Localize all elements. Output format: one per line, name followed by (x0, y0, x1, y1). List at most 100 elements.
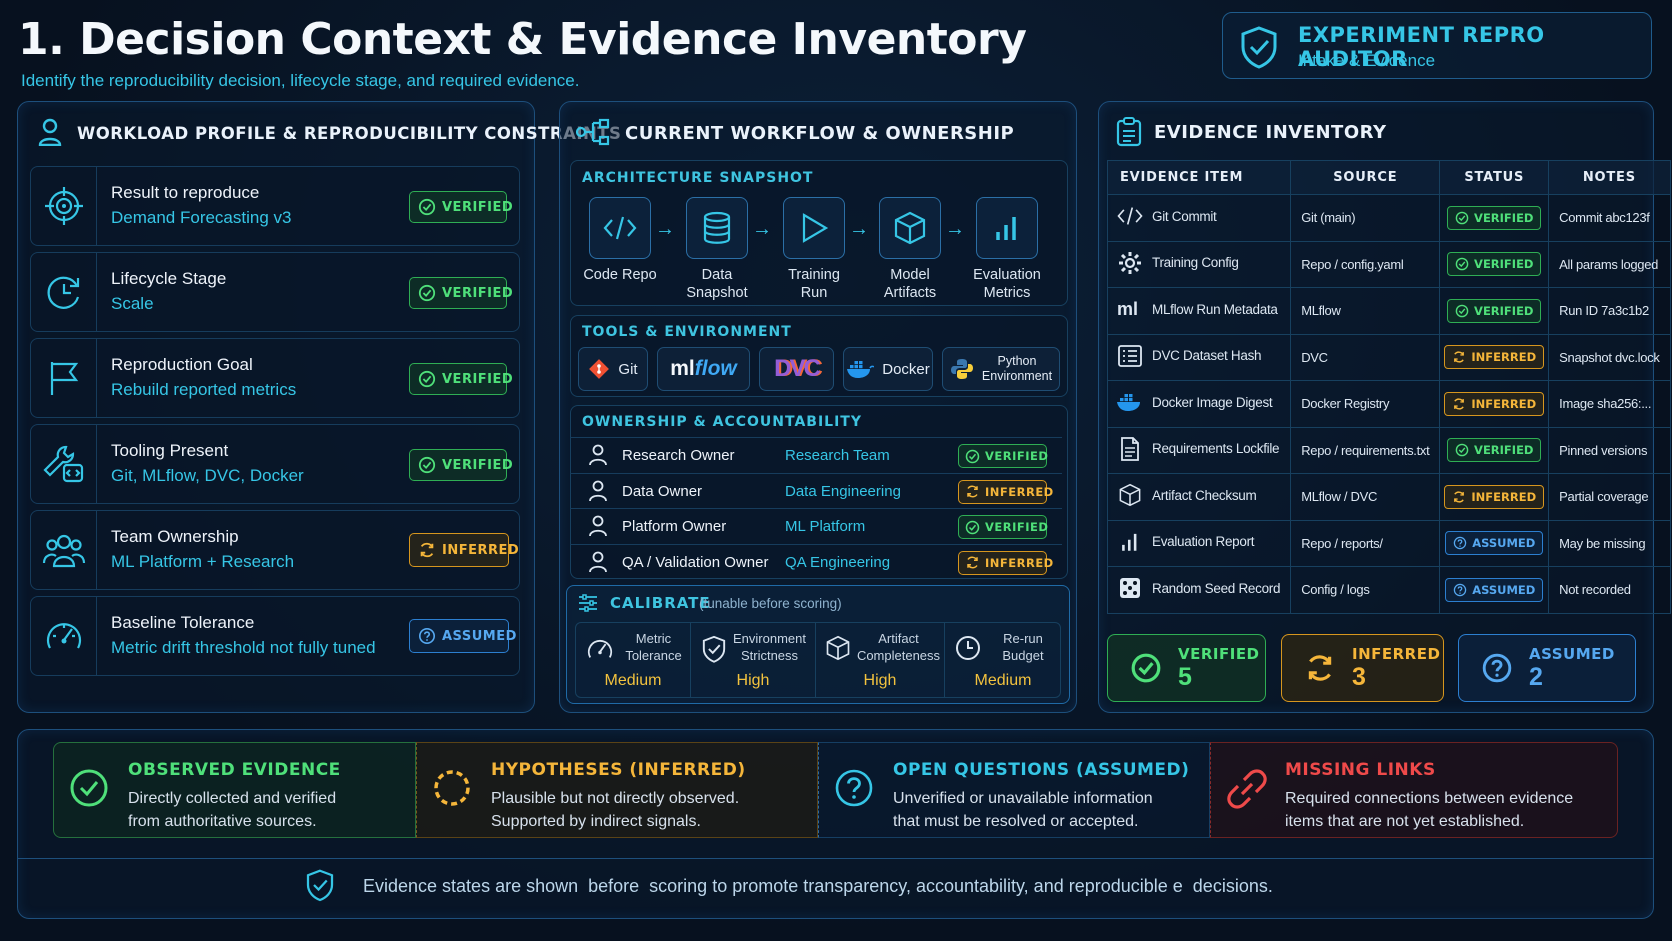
status-badge[interactable]: VERIFIED (1447, 438, 1542, 463)
table-row[interactable]: Evaluation Report Repo / reports/ ASSUME… (1106, 519, 1671, 567)
owner-role: QA / Validation Owner (622, 553, 769, 571)
status-badge[interactable]: VERIFIED (958, 515, 1048, 539)
check-circle-icon (1455, 257, 1469, 271)
summary-card[interactable]: ASSUMED 2 (1458, 634, 1636, 702)
workload-title: WORKLOAD PROFILE & REPRODUCIBILITY CONST… (77, 124, 622, 143)
footer-divider (17, 858, 1654, 859)
workload-row-label: Lifecycle Stage (111, 269, 227, 288)
workload-row-label: Result to reproduce (111, 183, 260, 202)
status-badge[interactable]: VERIFIED (1447, 298, 1542, 323)
table-row[interactable]: Random Seed Record Config / logs ASSUMED… (1106, 566, 1671, 614)
workload-row: Baseline Tolerance Metric drift threshol… (30, 596, 520, 676)
table-row[interactable]: Requirements Lockfile Repo / requirement… (1106, 426, 1671, 474)
arch-step-tile[interactable] (879, 197, 941, 259)
evidence-source: MLflow / DVC (1290, 473, 1441, 521)
status-badge[interactable]: VERIFIED (409, 363, 513, 395)
owner-row: Platform Owner ML Platform VERIFIED (570, 508, 1062, 542)
check-circle-icon (70, 769, 108, 807)
table-row[interactable]: Training Config Repo / config.yaml VERIF… (1106, 240, 1671, 288)
arch-step-label: Training Run (788, 267, 840, 301)
status-badge[interactable]: INFERRED (1444, 391, 1545, 416)
workload-row: Result to reproduce Demand Forecasting v… (30, 166, 520, 246)
col-status: STATUS (1439, 160, 1550, 195)
check-circle-icon (1455, 443, 1469, 457)
sync-icon (420, 542, 434, 558)
database-icon (703, 211, 731, 244)
app-badge: EXPERIMENT REPRO AUDITOR Intake & Eviden… (1222, 12, 1652, 79)
workload-row-value: Demand Forecasting v3 (111, 208, 292, 227)
status-badge[interactable]: VERIFIED (409, 449, 513, 481)
evidence-table: EVIDENCE ITEM SOURCE STATUS NOTES Git Co… (1106, 160, 1671, 614)
question-circle-icon (835, 769, 873, 807)
legend-item: OPEN QUESTIONS (ASSUMED) Unverified or u… (818, 742, 1198, 838)
arch-step-tile[interactable] (589, 197, 651, 259)
gauge-icon (46, 623, 81, 649)
evidence-item: MLflow Run Metadata (1152, 301, 1278, 317)
arch-step-tile[interactable] (686, 197, 748, 259)
table-row[interactable]: Docker Image Digest Docker Registry INFE… (1106, 380, 1671, 428)
workload-row: Lifecycle Stage Scale VERIFIED (30, 252, 520, 332)
architecture-title: ARCHITECTURE SNAPSHOT (582, 170, 814, 186)
evidence-source: Config / logs (1290, 566, 1441, 614)
arch-step-tile[interactable] (976, 197, 1038, 259)
sync-icon (1454, 491, 1465, 503)
workload-row-label: Team Ownership (111, 527, 239, 546)
tool-git[interactable]: Git (578, 347, 648, 391)
summary-card[interactable]: INFERRED 3 (1281, 634, 1444, 702)
status-badge[interactable]: VERIFIED (1447, 252, 1542, 277)
evidence-item: DVC Dataset Hash (1152, 348, 1262, 364)
calibrate-note: (tunable before scoring) (699, 596, 842, 611)
status-badge[interactable]: INFERRED (1444, 484, 1545, 509)
table-row[interactable]: ml MLflow Run Metadata MLflow VERIFIED Ru… (1106, 287, 1671, 335)
evidence-notes: Run ID 7a3c1b2 (1548, 287, 1671, 335)
calibrate-item[interactable]: Environment Strictness High (691, 623, 816, 697)
tool-dvc[interactable]: DVC (759, 347, 834, 391)
question-circle-icon (1453, 583, 1467, 596)
calibrate-item[interactable]: Re-run Budget Medium (945, 623, 1061, 697)
clipboard-icon (1116, 117, 1142, 147)
person-icon (589, 444, 607, 466)
status-badge[interactable]: ASSUMED (1445, 531, 1544, 556)
status-badge[interactable]: VERIFIED (409, 191, 513, 223)
status-badge[interactable]: VERIFIED (958, 444, 1048, 468)
summary-count: 3 (1352, 662, 1366, 691)
evidence-source: Repo / config.yaml (1290, 240, 1441, 288)
check-circle-icon (418, 198, 436, 216)
owner-row: QA / Validation Owner QA Engineering INF… (570, 543, 1062, 578)
legend-title: HYPOTHESES (INFERRED) (491, 760, 746, 780)
status-badge[interactable]: VERIFIED (1447, 205, 1542, 230)
table-row[interactable]: DVC Dataset Hash DVC INFERRED Snapshot d… (1106, 333, 1671, 381)
page-subtitle: Identify the reproducibility decision, l… (21, 71, 580, 90)
status-badge[interactable]: INFERRED (1444, 345, 1545, 370)
play-icon (802, 213, 829, 243)
legend-desc: Plausible but not directly observed. Supp… (491, 790, 740, 830)
owner-team: QA Engineering (785, 553, 891, 571)
tool-docker-label: Docker (882, 360, 930, 378)
evidence-table-header: EVIDENCE ITEM SOURCE STATUS NOTES (1106, 160, 1671, 195)
status-badge[interactable]: INFERRED (409, 533, 519, 567)
calibrate-title: CALIBRATE (610, 594, 711, 612)
status-badge[interactable]: INFERRED (958, 479, 1053, 504)
summary-card[interactable]: VERIFIED 5 (1107, 634, 1266, 702)
tool-python[interactable]: Python Environment (942, 347, 1060, 391)
table-row[interactable]: Artifact Checksum MLflow / DVC INFERRED … (1106, 473, 1671, 521)
table-row[interactable]: Git Commit Git (main) VERIFIED Commit ab… (1106, 194, 1671, 242)
status-badge[interactable]: VERIFIED (409, 277, 513, 309)
evidence-item: Training Config (1152, 255, 1239, 271)
status-badge[interactable]: INFERRED (958, 550, 1053, 575)
calibrate-item[interactable]: Artifact Completeness High (816, 623, 945, 697)
evidence-item: Docker Image Digest (1152, 394, 1273, 410)
arch-step-label: Evaluation Metrics (973, 267, 1041, 301)
arch-step-tile[interactable] (783, 197, 845, 259)
legend-desc: Directly collected and verified from auth… (128, 790, 337, 830)
tool-docker[interactable]: Docker (843, 347, 933, 391)
cube-icon (1119, 484, 1141, 507)
calibrate-item[interactable]: Metric Tolerance Medium (576, 623, 691, 697)
status-badge[interactable]: ASSUMED (1445, 577, 1544, 602)
clock-icon (956, 636, 980, 660)
arch-step-label: Data Snapshot (686, 267, 748, 301)
status-badge[interactable]: ASSUMED (409, 619, 516, 653)
ownership-title: OWNERSHIP & ACCOUNTABILITY (582, 414, 862, 430)
tool-mlflow[interactable]: ml flow (657, 347, 750, 391)
evidence-notes: Partial coverage (1548, 473, 1671, 521)
